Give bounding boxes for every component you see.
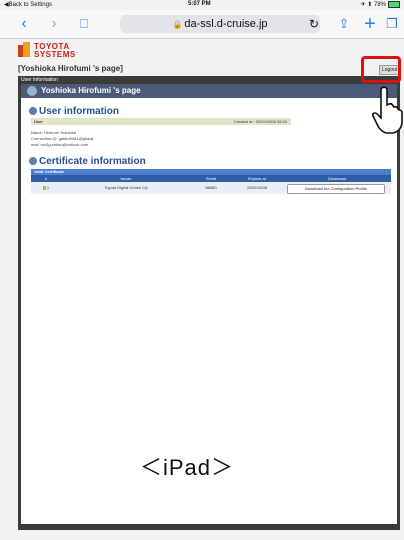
cert-info-heading-text: Certificate information	[39, 156, 146, 167]
highlight-box	[361, 56, 401, 83]
certificate-icon	[29, 157, 37, 166]
status-bar: ◀Back to Settings 5:07 PM ✈ ⬆ 78%	[0, 0, 404, 10]
user-mail: mail: mo3g-shitou@outlook.com	[31, 142, 89, 147]
table-row: 1 Toyota Digital Cruise CA 86880 2020/10…	[31, 182, 391, 194]
connection-id: Connection ID: gatdm0081@global	[31, 136, 94, 141]
page-title: [Yoshioka Hirofumi 's page]	[18, 64, 123, 73]
cert-table-header: # Issuer Serial Expires at Download	[31, 175, 391, 182]
page-banner: Yoshioka Hirofumi 's page	[21, 84, 397, 98]
browser-toolbar: ‹ › ⎕ 🔒 da-ssl.d-cruise.jp ↻ ⇪ + ❐	[0, 10, 404, 39]
pointing-hand-icon	[372, 86, 403, 134]
user-bar-label: User	[34, 119, 43, 124]
address-bar[interactable]: 🔒 da-ssl.d-cruise.jp	[120, 15, 320, 33]
person-icon	[29, 107, 37, 116]
row-number: 1	[31, 182, 61, 194]
banner-text: Yoshioka Hirofumi 's page	[41, 86, 141, 95]
back-icon[interactable]: ‹	[14, 14, 34, 34]
battery-label: ✈ ⬆ 78%	[360, 2, 386, 9]
user-info-heading: User information	[29, 106, 119, 117]
url-text: da-ssl.d-cruise.jp	[184, 18, 268, 30]
user-name: Name: Hirofumi Yoshioka	[31, 130, 76, 135]
cert-info-heading: Certificate information	[29, 156, 146, 167]
battery-icon	[388, 1, 400, 8]
col-number: #	[44, 176, 48, 181]
new-tab-icon[interactable]: +	[360, 14, 380, 34]
clock: 5:07 PM	[188, 1, 211, 7]
key-icon	[42, 185, 46, 190]
bookmarks-icon[interactable]: ⎕	[74, 14, 94, 34]
share-icon[interactable]: ⇪	[334, 14, 354, 34]
col-expires: Expires at	[248, 176, 266, 181]
reload-icon[interactable]: ↻	[304, 14, 324, 34]
col-issuer: Issuer	[120, 176, 132, 181]
lock-icon: 🔒	[172, 20, 183, 29]
panel-header: User Information	[21, 77, 58, 83]
download-profile-button[interactable]: Download the Configuration Profile	[287, 184, 385, 194]
tabs-icon[interactable]: ❐	[382, 14, 402, 34]
created-at: Created at : 2019/10/06 06:03	[233, 119, 287, 124]
logo-line2: SYSTEMS	[34, 50, 76, 59]
logo-mark-accent	[23, 42, 30, 57]
forward-icon[interactable]: ›	[44, 14, 64, 34]
col-serial: Serial	[205, 176, 217, 181]
row-serial: 86880	[205, 185, 217, 190]
back-to-settings[interactable]: ◀Back to Settings	[4, 1, 52, 8]
user-icon	[27, 85, 37, 96]
col-download: Download	[328, 176, 346, 181]
row-issuer: Toyota Digital Cruise CA	[104, 185, 148, 190]
row-number-text: 1	[46, 185, 50, 190]
row-expires: 2020/10/06	[246, 185, 268, 190]
device-caption: ＜iPad＞	[140, 455, 235, 480]
status-right: ✈ ⬆ 78%	[361, 1, 400, 8]
user-info-heading-text: User information	[39, 106, 120, 117]
user-bar: User Created at : 2019/10/06 06:03	[31, 118, 291, 125]
